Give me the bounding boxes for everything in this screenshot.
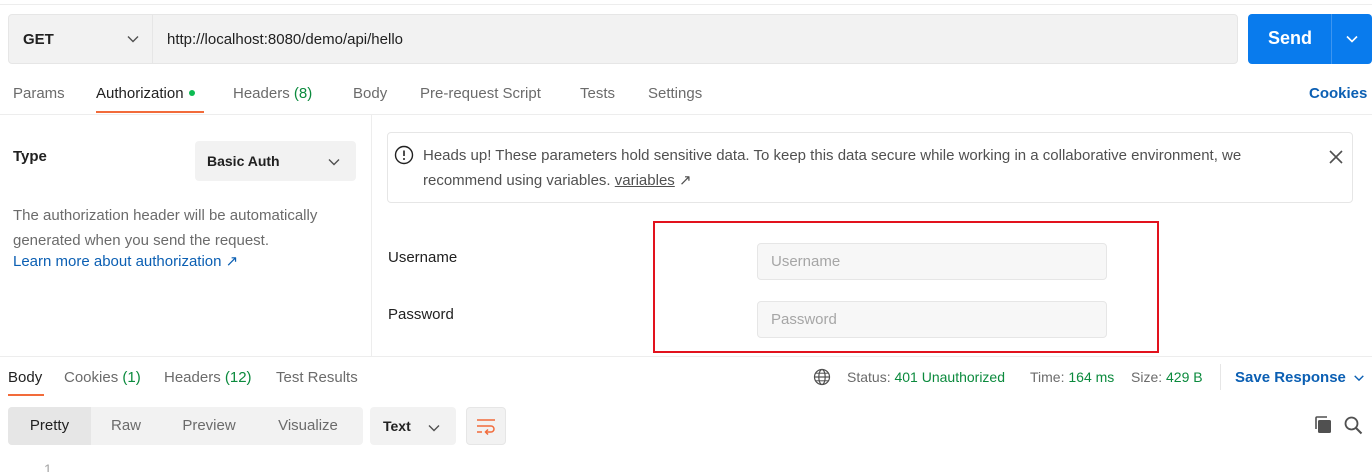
size-label: Size: [1131,369,1163,385]
url-bar: GET http://localhost:8080/demo/api/hello [8,14,1238,64]
wrap-lines-icon [477,419,495,435]
line-number: 1 [44,461,52,472]
tabs-border [0,114,1372,115]
tab-authorization-label: Authorization [96,85,184,102]
warning-message: Heads up! These parameters hold sensitiv… [423,147,1242,189]
method-label: GET [23,31,54,48]
tab-headers-count: (8) [293,85,313,102]
auth-status-dot [188,90,195,97]
response-status[interactable]: Status: 401 Unauthorized [847,369,1005,385]
send-button[interactable]: Send [1248,14,1372,64]
tab-settings[interactable]: Settings [648,85,702,102]
active-response-tab-indicator [8,394,44,396]
response-tab-test-results[interactable]: Test Results [276,369,358,386]
warning-text: Heads up! These parameters hold sensitiv… [423,143,1323,193]
highlight-box [653,221,1159,353]
auth-type-select[interactable]: Basic Auth [195,141,356,181]
tab-tests[interactable]: Tests [580,85,615,102]
chevron-down-icon [428,425,440,432]
response-tab-cookies-count: (1) [122,369,141,386]
tab-headers-label: Headers [233,85,290,102]
view-mode-raw[interactable]: Raw [91,407,161,445]
tab-params[interactable]: Params [13,85,65,102]
chevron-down-icon [127,36,139,43]
response-tab-cookies-label: Cookies [64,369,119,386]
cookies-link[interactable]: Cookies [1309,85,1367,102]
view-mode-visualize[interactable]: Visualize [257,407,359,445]
status-value: 401 Unauthorized [894,369,1006,385]
response-size[interactable]: Size: 429 B [1131,369,1203,385]
time-label: Time: [1030,369,1065,385]
wrap-lines-button[interactable] [466,407,506,445]
learn-more-link[interactable]: Learn more about authorization ↗ [13,252,238,270]
active-tab-indicator [96,111,204,113]
auth-type-label: Type [13,148,47,165]
chevron-down-icon [328,159,340,166]
alert-circle-icon [394,145,414,165]
save-response-button[interactable]: Save Response [1235,369,1346,386]
sensitive-data-warning: Heads up! These parameters hold sensitiv… [387,132,1353,203]
time-value: 164 ms [1068,369,1115,385]
response-tab-headers-count: (12) [224,369,252,386]
external-link-icon: ↗ [674,172,692,189]
chevron-down-icon[interactable] [1353,372,1365,384]
format-select[interactable]: Text [370,407,456,445]
view-mode-segmented-control: Pretty Raw Preview Visualize [8,407,363,445]
tab-body[interactable]: Body [353,85,387,102]
method-select[interactable]: GET [9,15,153,63]
response-divider[interactable] [0,356,1372,357]
tab-authorization[interactable]: Authorization [96,85,195,102]
copy-icon[interactable] [1313,415,1333,435]
top-divider [0,4,1372,5]
response-tab-body[interactable]: Body [8,369,42,386]
size-value: 429 B [1166,369,1203,385]
panel-vertical-divider [371,115,372,356]
response-tab-cookies[interactable]: Cookies (1) [64,369,141,386]
username-label: Username [388,249,458,266]
response-time[interactable]: Time: 164 ms [1030,369,1114,385]
tab-headers[interactable]: Headers (8) [233,85,312,102]
meta-separator [1220,364,1221,390]
url-input[interactable]: http://localhost:8080/demo/api/hello [167,31,403,48]
send-divider [1331,14,1332,64]
view-mode-pretty[interactable]: Pretty [8,407,91,445]
password-label: Password [388,306,454,323]
status-label: Status: [847,369,891,385]
search-icon[interactable] [1343,415,1363,435]
variables-link[interactable]: variables [615,172,675,189]
format-value: Text [383,418,411,434]
response-tab-headers[interactable]: Headers (12) [164,369,252,386]
tab-pre-request-script[interactable]: Pre-request Script [420,85,541,102]
response-tab-headers-label: Headers [164,369,221,386]
auth-type-value: Basic Auth [207,153,280,169]
close-icon[interactable] [1328,149,1344,165]
auth-description: The authorization header will be automat… [13,207,318,249]
chevron-down-icon[interactable] [1345,32,1359,46]
globe-icon[interactable] [813,368,831,386]
view-mode-preview[interactable]: Preview [161,407,257,445]
send-label: Send [1268,28,1313,48]
